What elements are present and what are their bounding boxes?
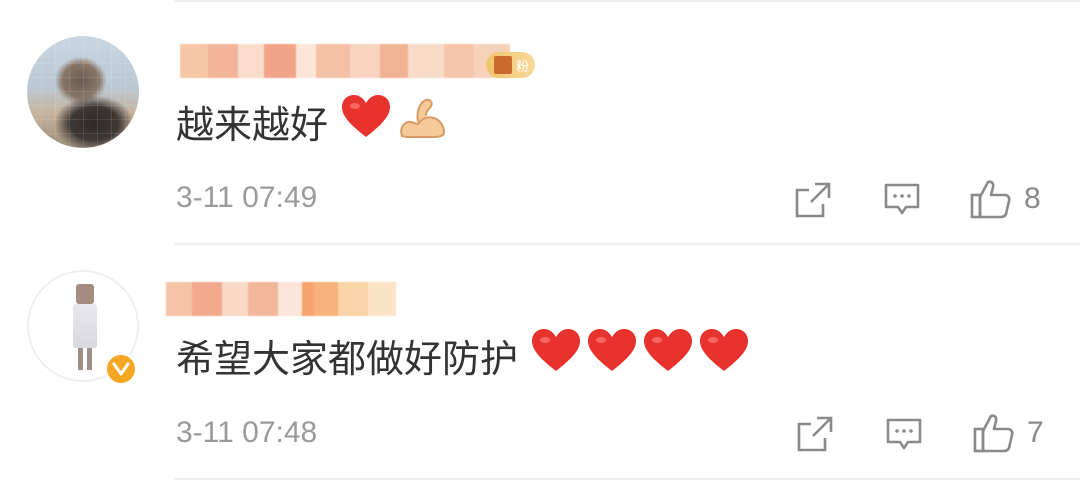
red-heart-icon: [342, 94, 391, 148]
share-icon: [797, 416, 833, 452]
share-button[interactable]: [797, 416, 833, 452]
like-icon: [970, 180, 1011, 219]
flexed-biceps-icon: [398, 96, 448, 147]
share-button[interactable]: [795, 182, 831, 218]
like-button[interactable]: 8: [970, 178, 1041, 220]
username-redacted[interactable]: [166, 282, 396, 316]
red-heart-icon: [644, 328, 693, 382]
share-icon: [795, 182, 831, 218]
verified-badge-icon: [104, 352, 138, 386]
red-heart-icon: [588, 328, 637, 382]
comment-text: 希望大家都做好防护: [176, 328, 749, 382]
comment-timestamp: 3-11 07:48: [176, 416, 318, 449]
reply-button[interactable]: [884, 183, 920, 217]
reply-icon: [884, 183, 920, 215]
like-count: 7: [1027, 416, 1044, 449]
username-redacted[interactable]: [180, 44, 510, 78]
like-icon: [973, 414, 1014, 453]
comment-item: 粉 越来越好 3-11 07:49 8: [0, 0, 1080, 244]
red-heart-icon: [532, 328, 581, 382]
like-count: 8: [1024, 182, 1041, 215]
reply-icon: [886, 418, 922, 450]
red-heart-icon: [700, 328, 749, 382]
comment-timestamp: 3-11 07:49: [176, 181, 318, 214]
avatar[interactable]: [27, 36, 139, 148]
like-button[interactable]: 7: [973, 412, 1044, 454]
comment-body: 希望大家都做好防护: [176, 336, 519, 381]
divider: [175, 478, 1080, 480]
comment-text: 越来越好: [176, 94, 448, 148]
comment-list: 粉 越来越好 3-11 07:49 8 希望大家都做好防护 3-11 07:48…: [0, 0, 1080, 488]
comment-item: 希望大家都做好防护 3-11 07:48 7: [0, 244, 1080, 488]
fan-badge: 粉: [486, 52, 536, 78]
comment-body: 越来越好: [176, 102, 329, 147]
reply-button[interactable]: [886, 418, 922, 452]
